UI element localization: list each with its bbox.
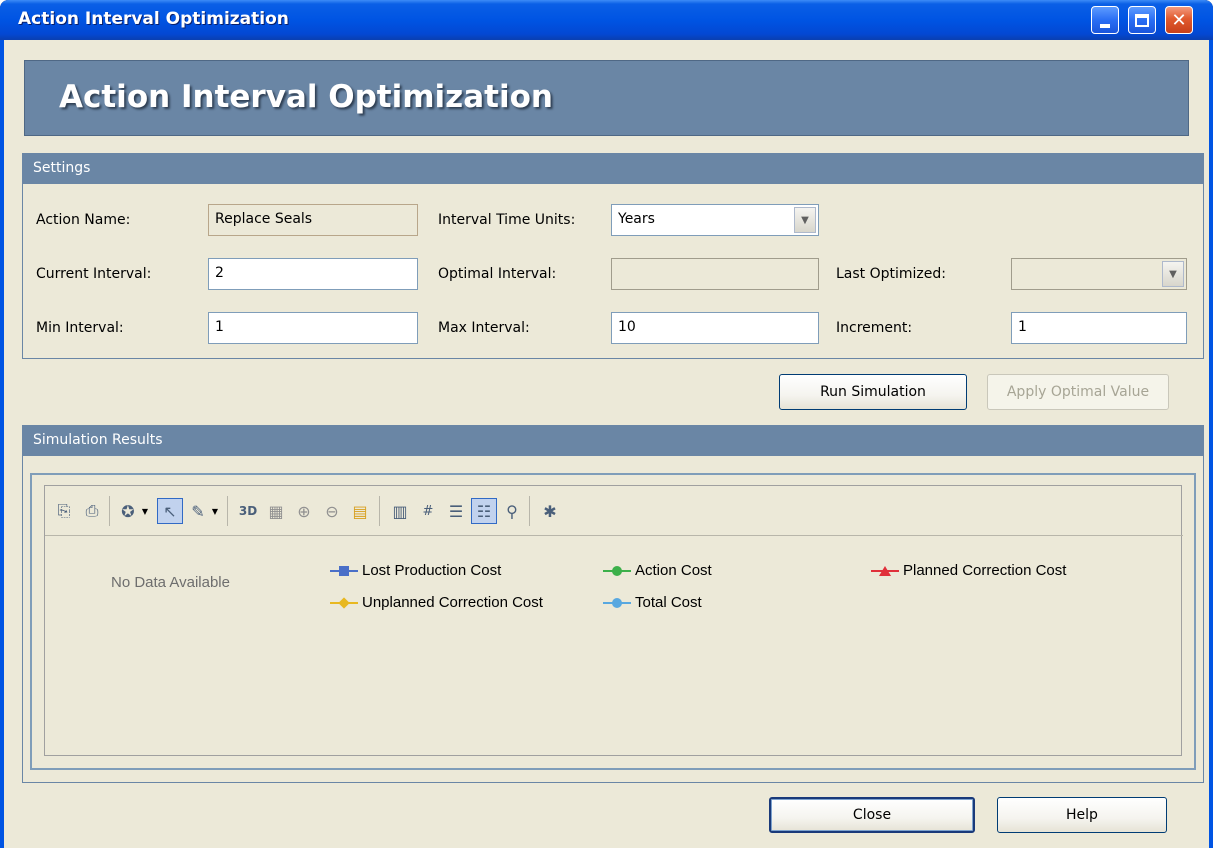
chart-type-icon[interactable]: ✪	[115, 498, 141, 524]
last-optimized-select: ▼	[1011, 258, 1187, 290]
legend-swatch	[330, 564, 358, 578]
legend-swatch	[330, 596, 358, 610]
close-button[interactable]: Close	[769, 797, 975, 833]
wizard-icon[interactable]: ✱	[537, 498, 563, 524]
current-interval-input[interactable]: 2	[208, 258, 418, 290]
chevron-down-icon[interactable]: ▼	[794, 207, 816, 233]
legend-item: Unplanned Correction Cost	[330, 594, 543, 611]
legend-swatch	[603, 564, 631, 578]
chart-container: ⎘ ⎙ ✪ ▼ ↖ ✎ ▼ 3D ▦ ⊕ ⊖ ▤ ▥ # ☰ ☷ ⚲ ✱ No …	[30, 473, 1196, 770]
settings-header: Settings	[23, 154, 1203, 184]
close-window-button[interactable]: ✕	[1165, 6, 1193, 34]
banner-title: Action Interval Optimization	[59, 79, 553, 115]
chart-toolbar: ⎘ ⎙ ✪ ▼ ↖ ✎ ▼ 3D ▦ ⊕ ⊖ ▤ ▥ # ☰ ☷ ⚲ ✱	[45, 486, 1183, 536]
interval-time-units-select[interactable]: Years ▼	[611, 204, 819, 236]
legend-icon[interactable]: ☷	[471, 498, 497, 524]
current-interval-label: Current Interval:	[36, 266, 152, 282]
toolbar-separator	[109, 496, 110, 526]
min-interval-input[interactable]: 1	[208, 312, 418, 344]
legend-label: Total Cost	[635, 594, 702, 611]
toolbar-separator	[529, 496, 530, 526]
legend-item: Total Cost	[603, 594, 702, 611]
legend-label: Lost Production Cost	[362, 562, 502, 579]
settings-panel: Settings Action Name: Replace Seals Inte…	[22, 153, 1204, 359]
close-icon: ✕	[1171, 9, 1187, 31]
action-name-label: Action Name:	[36, 212, 131, 228]
horizontal-axis-icon[interactable]: ⊖	[319, 498, 345, 524]
legend-item: Planned Correction Cost	[871, 562, 1066, 579]
print-icon[interactable]: ⎙	[79, 498, 105, 524]
toolbar-separator	[379, 496, 380, 526]
legend-label: Planned Correction Cost	[903, 562, 1067, 579]
palette-icon[interactable]: ✎	[185, 498, 211, 524]
maximize-icon	[1135, 13, 1149, 27]
grid-icon[interactable]: ▦	[263, 498, 289, 524]
optimal-interval-field	[611, 258, 819, 290]
last-optimized-label: Last Optimized:	[836, 266, 946, 282]
toolbar-separator	[227, 496, 228, 526]
minimize-button[interactable]	[1091, 6, 1119, 34]
dialog-window: Action Interval Optimization ✕ Action In…	[0, 0, 1213, 848]
properties-icon[interactable]: ☰	[443, 498, 469, 524]
data-grid-icon[interactable]: ▥	[387, 498, 413, 524]
export-icon[interactable]: ▤	[347, 498, 373, 524]
pointer-icon[interactable]: ↖	[157, 498, 183, 524]
header-banner: Action Interval Optimization	[24, 60, 1189, 136]
interval-time-units-label: Interval Time Units:	[438, 212, 576, 228]
interval-time-units-value: Years	[618, 211, 655, 227]
min-interval-label: Min Interval:	[36, 320, 124, 336]
legend-item: Action Cost	[603, 562, 712, 579]
chart-area: ⎘ ⎙ ✪ ▼ ↖ ✎ ▼ 3D ▦ ⊕ ⊖ ▤ ▥ # ☰ ☷ ⚲ ✱ No …	[44, 485, 1183, 756]
legend-item: Lost Production Cost	[330, 562, 501, 579]
copy-icon[interactable]: ⎘	[51, 498, 77, 524]
increment-label: Increment:	[836, 320, 913, 336]
chevron-down-icon[interactable]: ▼	[209, 498, 221, 524]
vertical-axis-icon[interactable]: ⊕	[291, 498, 317, 524]
increment-input[interactable]: 1	[1011, 312, 1187, 344]
run-simulation-button[interactable]: Run Simulation	[779, 374, 967, 410]
apply-optimal-value-button[interactable]: Apply Optimal Value	[987, 374, 1169, 410]
minimize-icon	[1100, 24, 1110, 28]
help-button[interactable]: Help	[997, 797, 1167, 833]
legend-swatch	[603, 596, 631, 610]
no-data-label: No Data Available	[111, 574, 230, 591]
chevron-down-icon: ▼	[1162, 261, 1184, 287]
max-interval-input[interactable]: 10	[611, 312, 819, 344]
max-interval-label: Max Interval:	[438, 320, 530, 336]
legend-label: Action Cost	[635, 562, 712, 579]
results-body: ⎘ ⎙ ✪ ▼ ↖ ✎ ▼ 3D ▦ ⊕ ⊖ ▤ ▥ # ☰ ☷ ⚲ ✱ No …	[22, 425, 1204, 783]
title-bar[interactable]: Action Interval Optimization ✕	[0, 0, 1213, 40]
window-title: Action Interval Optimization	[18, 9, 289, 29]
optimal-interval-label: Optimal Interval:	[438, 266, 557, 282]
zoom-icon[interactable]: ⚲	[499, 498, 525, 524]
3d-icon[interactable]: 3D	[235, 498, 261, 524]
chevron-down-icon[interactable]: ▼	[139, 498, 151, 524]
data-labels-icon[interactable]: #	[415, 498, 441, 524]
dialog-client-area: Action Interval Optimization Settings Ac…	[4, 40, 1209, 848]
window-border-right	[1209, 40, 1213, 848]
maximize-button[interactable]	[1128, 6, 1156, 34]
action-name-field: Replace Seals	[208, 204, 418, 236]
legend-swatch	[871, 564, 899, 578]
legend-label: Unplanned Correction Cost	[362, 594, 543, 611]
